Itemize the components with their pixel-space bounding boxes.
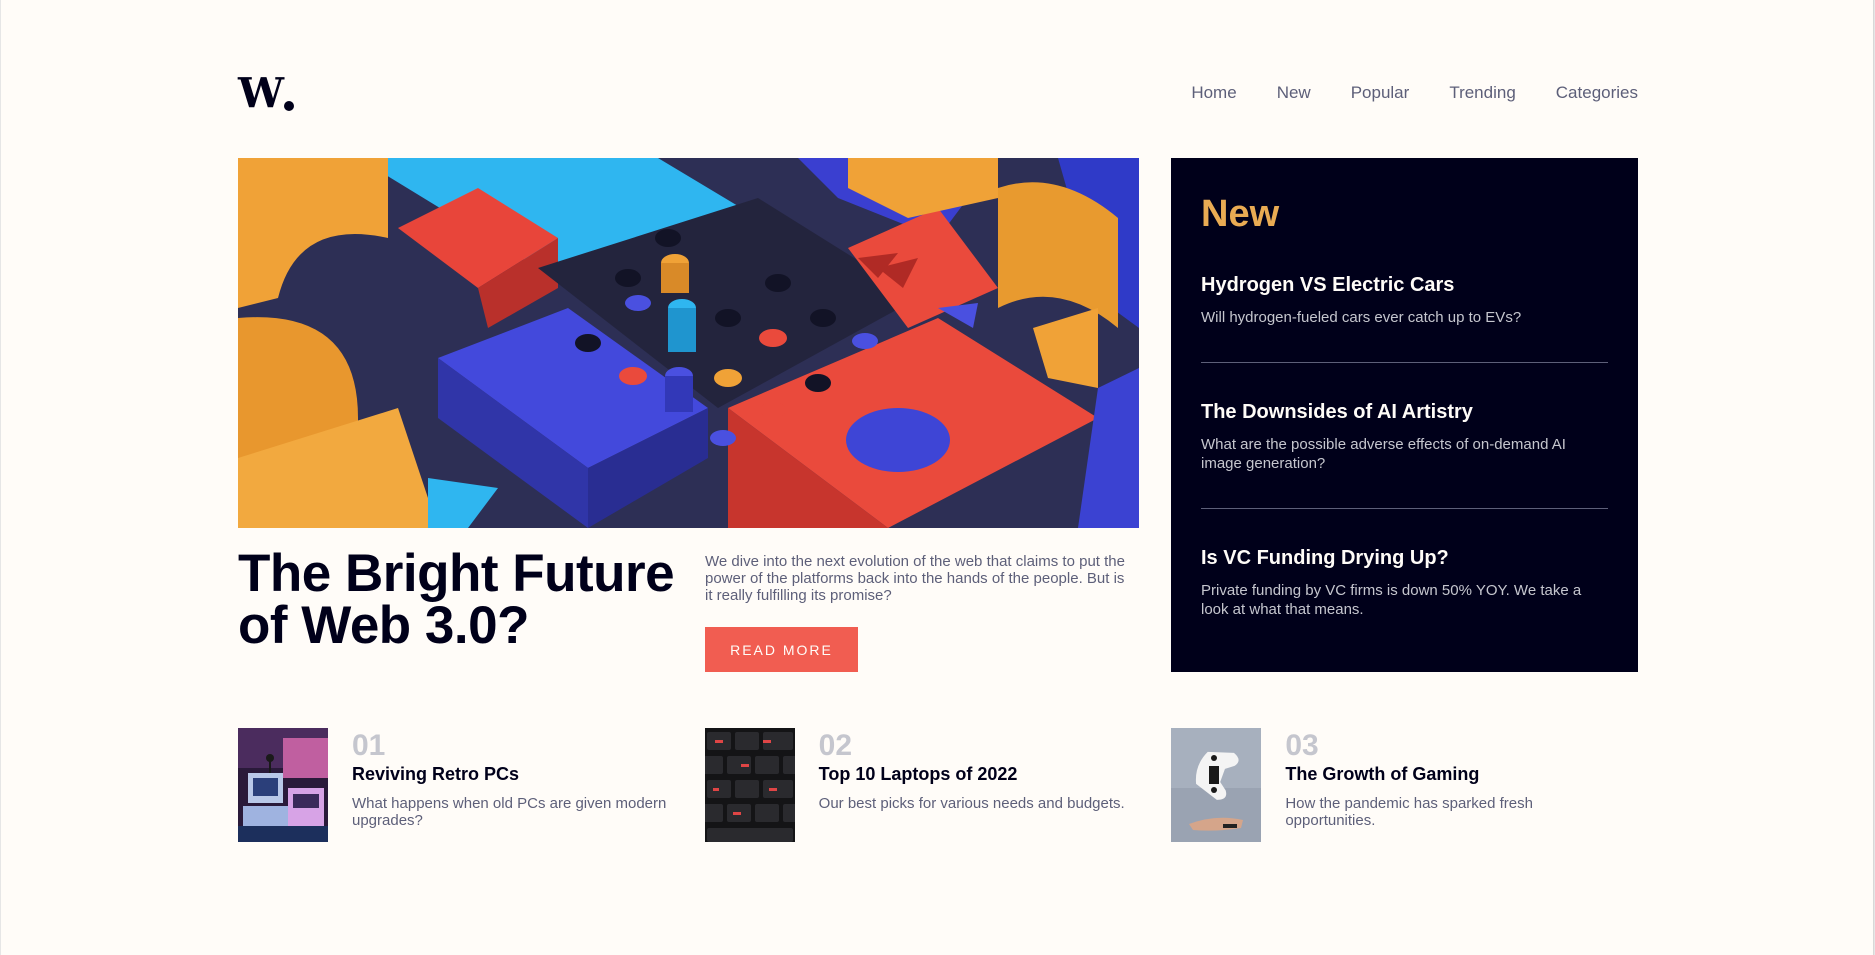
article-list: 01 Reviving Retro PCs What happens when … [238,728,1638,842]
new-panel: New Hydrogen VS Electric Cars Will hydro… [1171,158,1638,672]
hero-title: The Bright Future of Web 3.0? [238,544,675,655]
new-item: Hydrogen VS Electric Cars Will hydrogen-… [1201,274,1608,327]
new-item-desc: Private funding by VC firms is down 50% … [1201,582,1582,618]
nav-categories[interactable]: Categories [1556,83,1638,103]
article-card: 03 The Growth of Gaming How the pandemic… [1171,728,1638,842]
logo-dot [284,100,295,111]
new-item-desc: What are the possible adverse effects of… [1201,436,1566,472]
logo-text: W [238,68,284,117]
main-nav: Home New Popular Trending Categories [1191,83,1638,103]
nav-trending[interactable]: Trending [1449,83,1515,103]
article-title[interactable]: Reviving Retro PCs [352,764,682,785]
article-desc: How the pandemic has sparked fresh oppor… [1285,795,1533,829]
article-desc: What happens when old PCs are given mode… [352,795,667,829]
laptop-keyboard-thumbnail[interactable] [704,728,795,842]
article-text: 02 Top 10 Laptops of 2022 Our best picks… [819,728,1149,842]
new-item-desc: Will hydrogen-fueled cars ever catch up … [1201,309,1522,326]
new-item-title[interactable]: The Downsides of AI Artistry [1201,401,1608,424]
article-number: 03 [1285,729,1319,762]
read-more-button[interactable]: READ MORE [705,627,858,672]
article-text: 03 The Growth of Gaming How the pandemic… [1285,728,1615,842]
article-card: 01 Reviving Retro PCs What happens when … [238,728,705,842]
article-card: 02 Top 10 Laptops of 2022 Our best picks… [704,728,1172,842]
divider [1201,508,1608,509]
nav-popular[interactable]: Popular [1351,83,1410,103]
article-desc: Our best picks for various needs and bud… [818,795,1125,812]
logo[interactable]: W [238,68,295,117]
hero-image [238,158,1139,528]
new-item: Is VC Funding Drying Up? Private funding… [1201,547,1608,619]
page: W Home New Popular Trending Categories T… [1,0,1874,955]
article-number: 01 [352,729,386,762]
retro-pc-thumbnail[interactable] [238,728,328,842]
article-text: 01 Reviving Retro PCs What happens when … [352,728,682,842]
article-title[interactable]: Top 10 Laptops of 2022 [819,764,1149,785]
divider [1201,362,1608,363]
gaming-controller-thumbnail[interactable] [1171,728,1262,842]
site-header: W Home New Popular Trending Categories [238,72,1638,114]
new-panel-heading: New [1201,193,1280,235]
nav-new[interactable]: New [1277,83,1311,103]
new-item: The Downsides of AI Artistry What are th… [1201,401,1608,473]
new-item-title[interactable]: Hydrogen VS Electric Cars [1201,274,1608,297]
nav-home[interactable]: Home [1191,83,1236,103]
hero-description: We dive into the next evolution of the w… [705,553,1125,604]
article-title[interactable]: The Growth of Gaming [1285,764,1615,785]
article-number: 02 [818,729,853,762]
page-container: W Home New Popular Trending Categories T… [238,0,1638,955]
new-item-title[interactable]: Is VC Funding Drying Up? [1201,547,1608,570]
